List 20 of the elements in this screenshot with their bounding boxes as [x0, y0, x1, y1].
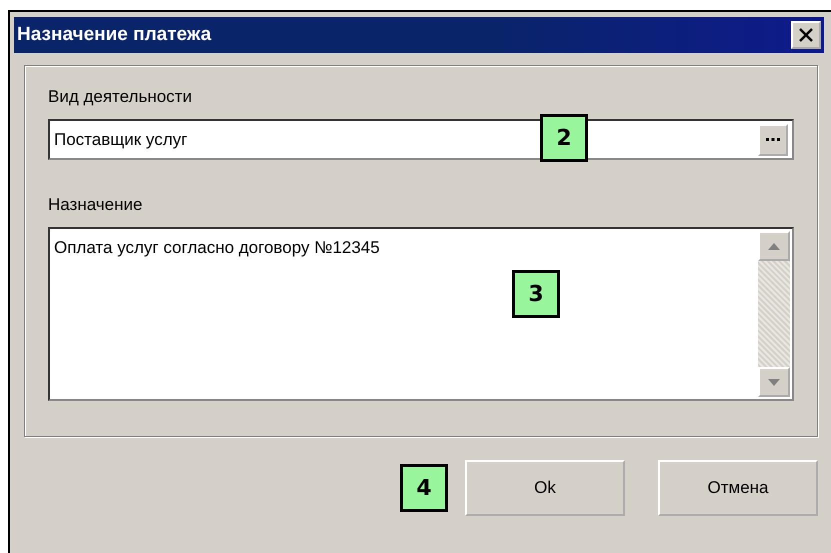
scrollbar[interactable] [758, 231, 790, 397]
callout-number: 4 [400, 464, 448, 512]
callout-number: 2 [540, 114, 588, 162]
callout-number: 3 [512, 270, 560, 318]
ellipsis-icon [766, 138, 780, 141]
up-arrow-icon [768, 242, 780, 250]
field-label: Вид деятельности [48, 86, 193, 108]
field-value: Поставщик услуг [54, 128, 188, 151]
down-arrow-icon [768, 378, 780, 386]
scroll-down-button[interactable] [758, 367, 790, 397]
field-value: Оплата услуг согласно договору №12345 [54, 238, 380, 257]
ok-button[interactable]: Ok [465, 460, 625, 516]
browse-button[interactable] [758, 124, 788, 156]
purpose-text-area[interactable]: Оплата услуг согласно договору №12345 3 [48, 227, 794, 401]
cancel-button[interactable]: Отмена [658, 460, 818, 516]
window-title: Назначение платежа [17, 22, 212, 47]
scroll-up-button[interactable] [758, 231, 790, 261]
close-icon [799, 28, 813, 42]
close-button[interactable] [791, 21, 821, 49]
field-label: Назначение [48, 194, 144, 216]
